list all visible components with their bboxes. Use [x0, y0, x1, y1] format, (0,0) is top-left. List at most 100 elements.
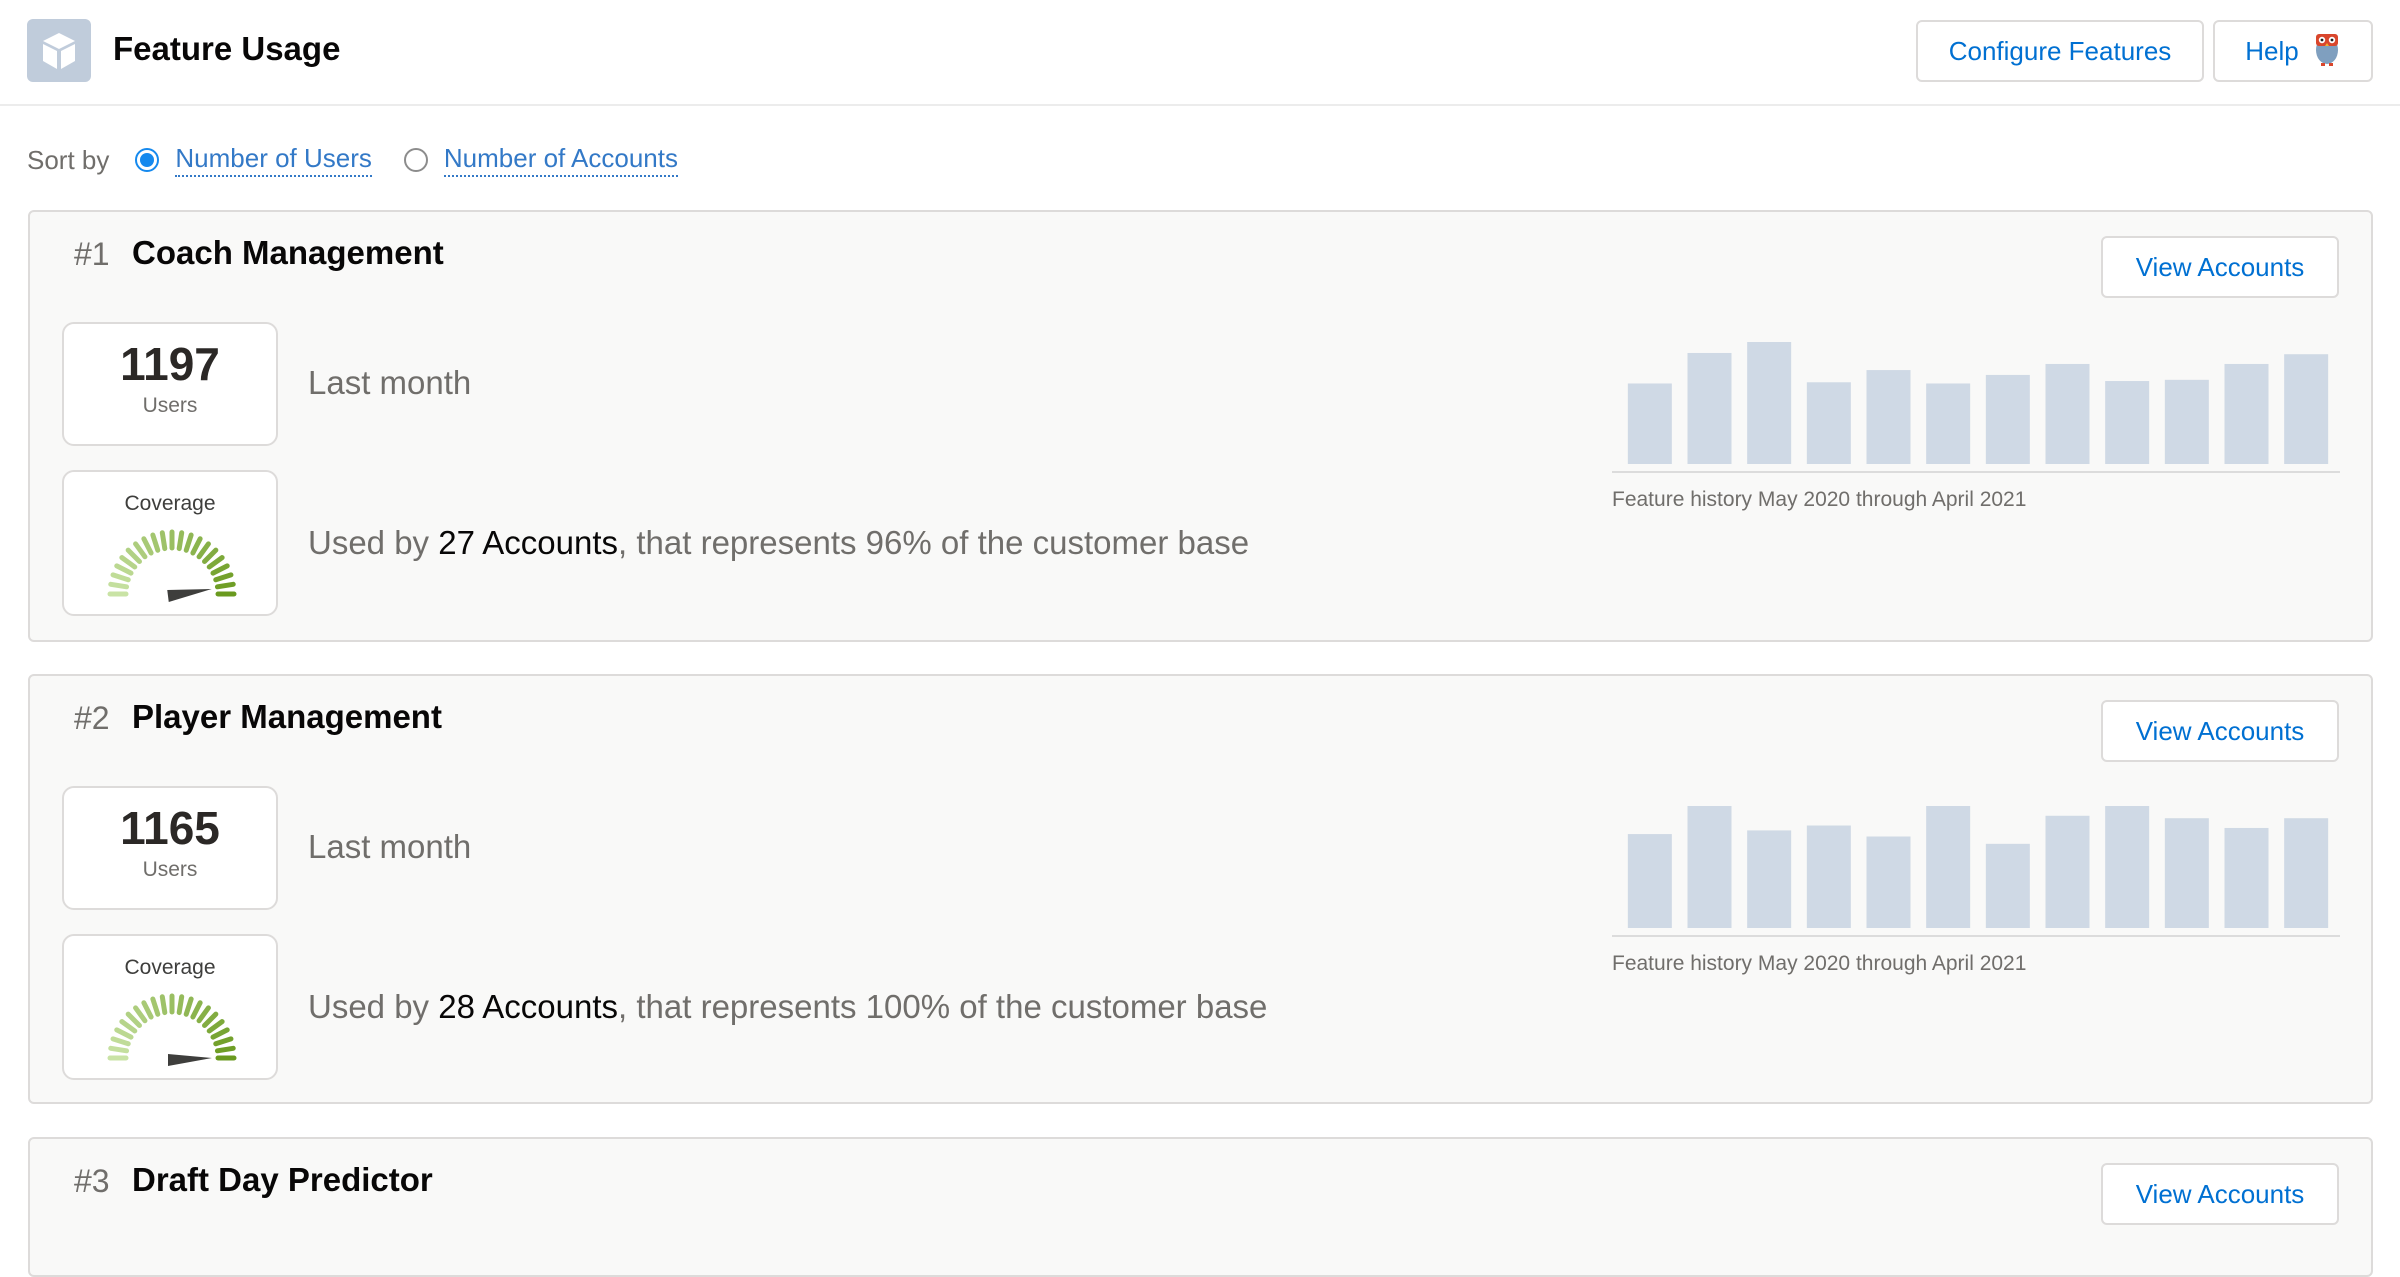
history-bar-mar-2021	[2224, 363, 2269, 464]
gauge-needle	[168, 1054, 212, 1066]
period-label: Last month	[308, 828, 472, 865]
view-accounts-label: View Accounts	[2135, 1178, 2305, 1209]
history-bar-nov-2020	[1985, 843, 2030, 928]
configure-features-label: Configure Features	[1948, 35, 2172, 66]
gauge-tick	[190, 1000, 203, 1020]
gauge-tick	[159, 994, 168, 1016]
gauge-tick	[150, 532, 161, 553]
sort-option-users[interactable]: Number of Users	[175, 143, 372, 177]
accounts-count: 28 Accounts	[438, 988, 619, 1025]
gauge-tick	[202, 1011, 219, 1028]
history-caption: Feature history May 2020 through April 2…	[1612, 952, 2027, 975]
sort-users-radio[interactable]	[135, 148, 160, 172]
owl-mascot-icon	[2313, 29, 2341, 74]
feature-name: Coach Management	[132, 234, 444, 271]
gauge-tick	[125, 547, 142, 564]
feature-rank: #1	[74, 236, 110, 272]
view-accounts-button[interactable]: View Accounts	[2101, 1163, 2339, 1225]
gauge-tick	[214, 1045, 236, 1054]
users-stat: 1197 Users	[62, 322, 278, 446]
users-label: Users	[142, 858, 198, 881]
history-bar-aug-2020	[1806, 825, 1851, 928]
gauge-tick	[114, 563, 134, 576]
gauge-tick	[210, 563, 230, 576]
gauge-tick	[196, 1005, 211, 1024]
history-bar-aug-2020	[1806, 382, 1851, 464]
gauge-tick	[125, 1011, 142, 1028]
view-accounts-button[interactable]: View Accounts	[2101, 700, 2339, 762]
history-bar-dec-2020	[2045, 815, 2090, 928]
sort-option-accounts[interactable]: Number of Accounts	[443, 143, 678, 177]
gauge-tick	[183, 532, 194, 553]
coverage-label: Coverage	[124, 492, 216, 515]
history-bar-oct-2020	[1926, 383, 1971, 464]
used-by-suffix: , that represents 96% of the customer ba…	[618, 524, 1250, 561]
gauge-tick	[213, 1036, 234, 1047]
gauge-tick	[214, 581, 236, 590]
period-label: Last month	[308, 364, 472, 401]
history-bar-mar-2021	[2224, 827, 2269, 928]
feature-history-chart: Feature history May 2020 through April 2…	[1612, 312, 2340, 532]
gauge-tick	[176, 530, 185, 552]
feature-card: #3 Draft Day Predictor View Accounts	[28, 1137, 2373, 1277]
coverage-stat: Coverage	[62, 934, 278, 1080]
used-by-suffix: , that represents 100% of the customer b…	[618, 988, 1268, 1025]
gauge-tick	[206, 555, 225, 570]
history-bar-apr-2021	[2284, 818, 2329, 928]
sort-label: Sort by	[27, 144, 110, 175]
gauge-tick	[133, 1005, 148, 1024]
coverage-gauge-icon	[107, 993, 237, 1066]
gauge-tick	[110, 572, 131, 583]
feature-history-chart: Feature history May 2020 through April 2…	[1612, 776, 2340, 996]
history-bar-feb-2021	[2164, 818, 2209, 928]
cube-icon	[27, 19, 91, 82]
sort-controls: Sort by Number of Users Number of Accoun…	[27, 140, 710, 180]
gauge-tick	[119, 555, 138, 570]
coverage-label: Coverage	[124, 956, 216, 979]
used-by-prefix: Used by	[308, 988, 439, 1025]
users-count: 1197	[120, 338, 220, 390]
feature-name: Player Management	[132, 698, 442, 735]
history-bar-jun-2020	[1687, 352, 1732, 464]
page-header: Feature Usage Configure Features Help	[0, 0, 2400, 106]
usage-summary: Used by 28 Accounts, that represents 100…	[308, 988, 1267, 1026]
history-bar-apr-2021	[2284, 354, 2329, 464]
history-bar-jan-2021	[2105, 381, 2150, 464]
users-label: Users	[142, 394, 198, 417]
gauge-tick	[190, 536, 203, 556]
used-by-prefix: Used by	[308, 524, 439, 561]
history-bar-may-2020	[1627, 834, 1672, 928]
history-bar-nov-2020	[1985, 374, 2030, 464]
gauge-tick	[108, 1045, 130, 1054]
page-title: Feature Usage	[113, 30, 341, 67]
gauge-tick	[176, 994, 185, 1016]
history-bar-jul-2020	[1747, 830, 1792, 928]
gauge-tick	[150, 996, 161, 1017]
history-bar-jun-2020	[1687, 806, 1732, 928]
feature-name: Draft Day Predictor	[132, 1161, 433, 1198]
users-stat: 1165 Users	[62, 786, 278, 910]
view-accounts-button[interactable]: View Accounts	[2101, 236, 2339, 298]
history-bar-jan-2021	[2105, 806, 2150, 928]
history-bar-jul-2020	[1747, 342, 1792, 464]
view-accounts-label: View Accounts	[2135, 715, 2305, 746]
gauge-tick	[141, 536, 154, 556]
gauge-tick	[110, 1036, 131, 1047]
gauge-tick	[108, 581, 130, 590]
feature-card: #2 Player Management View Accounts 1165 …	[28, 674, 2373, 1104]
gauge-tick	[202, 547, 219, 564]
gauge-tick	[133, 541, 148, 560]
history-caption: Feature history May 2020 through April 2…	[1612, 488, 2027, 511]
gauge-tick	[119, 1019, 138, 1034]
gauge-needle	[167, 588, 212, 602]
users-count: 1165	[120, 802, 220, 854]
accounts-count: 27 Accounts	[438, 524, 619, 561]
history-bar-sep-2020	[1866, 836, 1911, 928]
gauge-tick	[213, 572, 234, 583]
help-button[interactable]: Help	[2213, 20, 2373, 82]
configure-features-button[interactable]: Configure Features	[1916, 20, 2204, 82]
history-bar-dec-2020	[2045, 363, 2090, 464]
gauge-tick	[210, 1027, 230, 1040]
gauge-tick	[196, 541, 211, 560]
sort-accounts-radio[interactable]	[403, 148, 428, 172]
